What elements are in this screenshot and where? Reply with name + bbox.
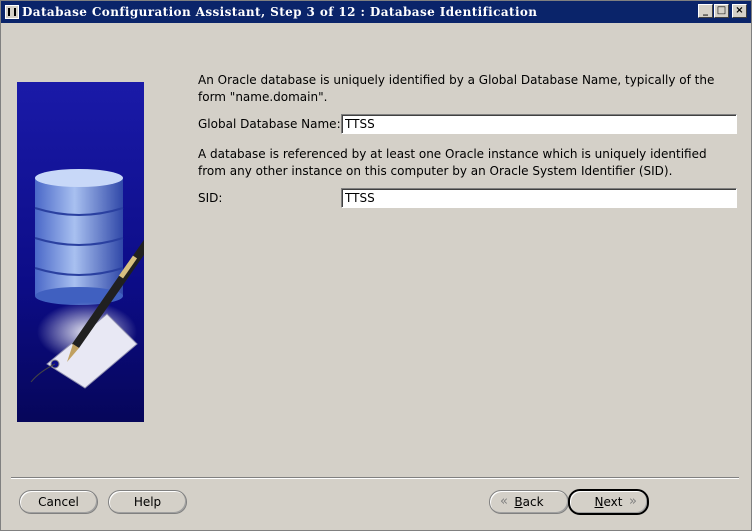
window-controls: _ □ × bbox=[698, 4, 747, 18]
next-button[interactable]: Next » bbox=[568, 489, 649, 515]
close-button[interactable]: × bbox=[732, 4, 747, 18]
app-icon[interactable] bbox=[5, 5, 19, 19]
next-label-rest: ext bbox=[603, 495, 623, 509]
window-title: Database Configuration Assistant, Step 3… bbox=[22, 5, 538, 19]
cancel-button[interactable]: Cancel bbox=[19, 490, 98, 514]
banner-graphic bbox=[30, 169, 167, 389]
help-button[interactable]: Help bbox=[108, 490, 187, 514]
global-db-name-field[interactable] bbox=[341, 114, 737, 134]
next-mnemonic: N bbox=[594, 495, 604, 509]
back-button[interactable]: « Back bbox=[489, 490, 569, 514]
dbca-window: Database Configuration Assistant, Step 3… bbox=[0, 0, 752, 531]
separator bbox=[11, 477, 739, 479]
global-name-description: An Oracle database is uniquely identifie… bbox=[198, 73, 715, 104]
maximize-button[interactable]: □ bbox=[714, 4, 729, 18]
minimize-button[interactable]: _ bbox=[698, 4, 713, 18]
sid-field[interactable] bbox=[341, 188, 737, 208]
back-label: Back bbox=[514, 495, 543, 509]
sid-description: A database is referenced by at least one… bbox=[198, 147, 707, 178]
back-mnemonic: B bbox=[514, 495, 523, 509]
chevron-left-icon: « bbox=[500, 494, 508, 509]
global-db-name-label: Global Database Name: bbox=[198, 117, 341, 131]
next-label: Next bbox=[595, 495, 623, 509]
back-label-rest: ack bbox=[522, 495, 544, 509]
sid-label: SID: bbox=[198, 191, 223, 205]
database-pen-illustration bbox=[17, 82, 167, 422]
chevron-right-icon: » bbox=[629, 494, 637, 509]
title-bar[interactable]: Database Configuration Assistant, Step 3… bbox=[1, 1, 751, 23]
